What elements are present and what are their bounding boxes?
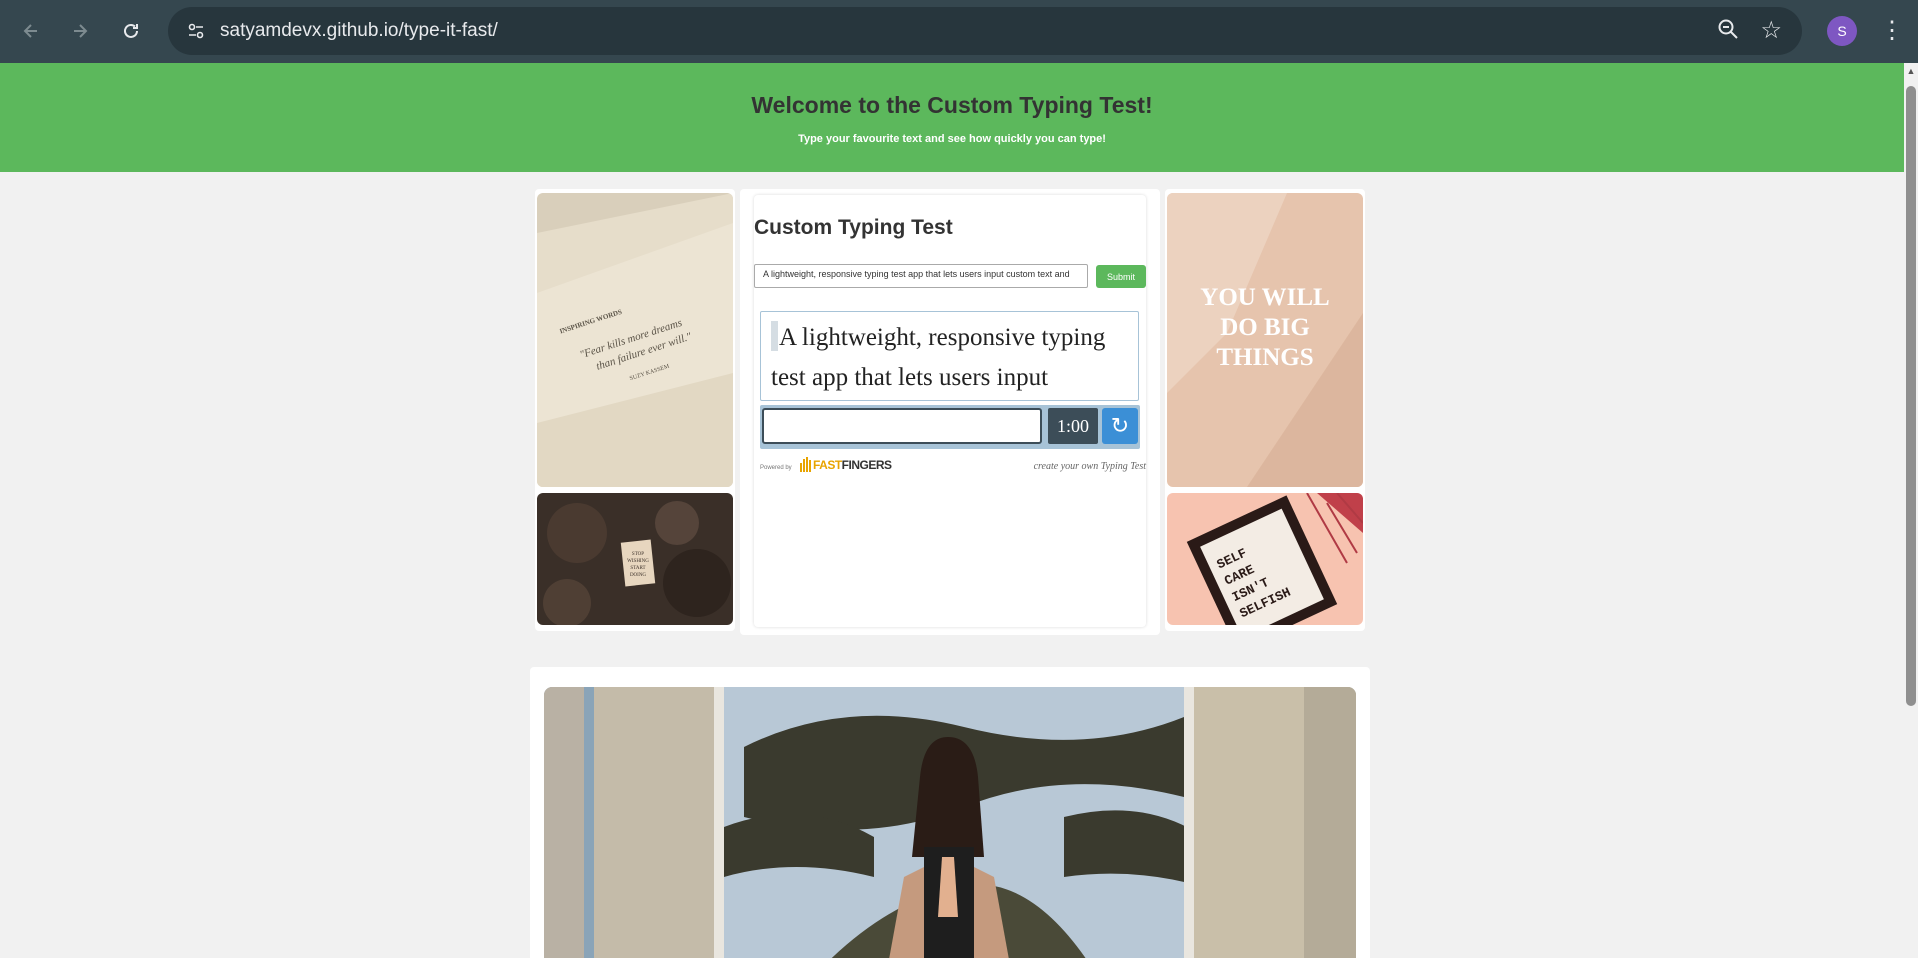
- powered-by-text: Powered by: [760, 465, 792, 471]
- address-bar[interactable]: satyamdevx.github.io/type-it-fast/ ☆: [168, 7, 1802, 55]
- menu-icon[interactable]: ⋮: [1880, 14, 1904, 48]
- url-path: /type-it-fast/: [398, 20, 498, 41]
- right-image-column: YOU WILL DO BIG THINGS SELF CARE ISN'T S…: [1165, 189, 1365, 631]
- forward-icon[interactable]: [63, 14, 97, 48]
- back-icon[interactable]: [14, 14, 48, 48]
- meditation-photo: [544, 687, 1356, 958]
- typing-controls: 1:00 ↻: [760, 405, 1140, 449]
- typing-test-card: Custom Typing Test A lightweight, respon…: [740, 189, 1160, 635]
- stop-wishing-image: STOP WISHING START DOING: [537, 493, 733, 625]
- left-image-column: INSPIRING WORDS "Fear kills more dreams …: [535, 189, 735, 631]
- typing-input[interactable]: [762, 408, 1042, 444]
- hero-subtitle: Type your favourite text and see how qui…: [798, 133, 1106, 145]
- create-typing-test-link[interactable]: create your own Typing Test: [1034, 461, 1146, 472]
- url-text: satyamdevx.github.io/type-it-fast/: [220, 20, 498, 42]
- big-things-line-2: DO BIG: [1220, 314, 1310, 341]
- page-content: Welcome to the Custom Typing Test! Type …: [0, 63, 1904, 958]
- words-line-1: A lightweight, responsive typing: [779, 324, 1106, 351]
- profile-avatar[interactable]: S: [1827, 16, 1857, 46]
- doing-text: DOING: [630, 573, 646, 578]
- submit-button[interactable]: Submit: [1096, 265, 1146, 288]
- custom-text-input[interactable]: A lightweight, responsive typing test ap…: [754, 264, 1088, 288]
- fastfingers-logo[interactable]: FASTFINGERS: [800, 457, 892, 472]
- scrollbar-thumb[interactable]: [1906, 86, 1916, 706]
- text-cursor: [771, 321, 778, 351]
- start-text: START: [630, 566, 645, 571]
- featured-image-card: [530, 667, 1370, 958]
- self-care-image: SELF CARE ISN'T SELFISH: [1167, 493, 1363, 625]
- fastfingers-logo-icon: [800, 457, 811, 472]
- logo-fast-text: FAST: [813, 458, 842, 472]
- big-things-line-1: YOU WILL: [1200, 284, 1329, 311]
- browser-toolbar: satyamdevx.github.io/type-it-fast/ ☆ S ⋮: [0, 0, 1918, 63]
- typing-test-widget: Custom Typing Test A lightweight, respon…: [754, 195, 1146, 627]
- url-host: satyamdevx.github.io: [220, 20, 399, 41]
- site-settings-icon[interactable]: [182, 17, 210, 45]
- zoom-icon[interactable]: [1716, 17, 1740, 46]
- words-line-2: test app that lets users input: [771, 364, 1049, 391]
- hero-title: Welcome to the Custom Typing Test!: [751, 92, 1153, 118]
- reload-icon[interactable]: [114, 14, 148, 48]
- typing-test-title: Custom Typing Test: [754, 216, 953, 239]
- you-will-do-big-things-image: YOU WILL DO BIG THINGS: [1167, 193, 1363, 487]
- stop-text: STOP: [632, 552, 644, 557]
- wishing-text: WISHING: [627, 559, 649, 564]
- hero-banner: Welcome to the Custom Typing Test! Type …: [0, 63, 1904, 172]
- logo-fingers-text: FINGERS: [841, 458, 892, 472]
- big-things-line-3: THINGS: [1216, 344, 1313, 371]
- bookmark-star-icon[interactable]: ☆: [1760, 16, 1782, 45]
- restart-icon[interactable]: ↻: [1102, 408, 1138, 444]
- scroll-up-arrow[interactable]: ▲: [1906, 66, 1916, 78]
- words-display: A lightweight, responsive typing test ap…: [760, 311, 1139, 401]
- inspiring-words-image: INSPIRING WORDS "Fear kills more dreams …: [537, 193, 733, 487]
- timer-display: 1:00: [1048, 408, 1098, 444]
